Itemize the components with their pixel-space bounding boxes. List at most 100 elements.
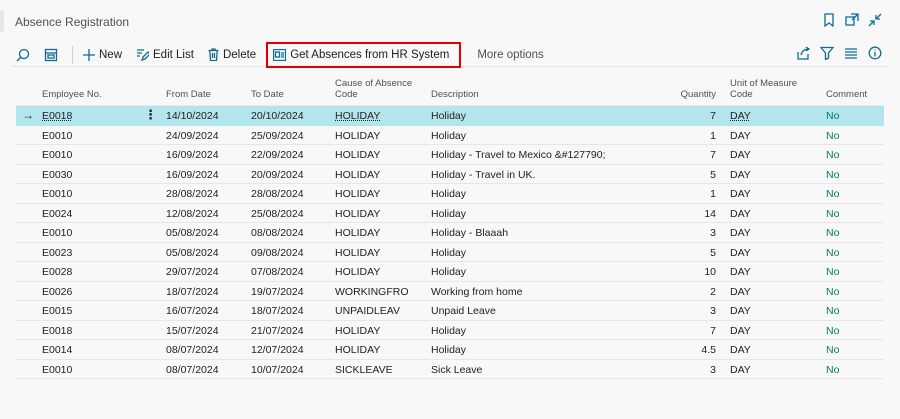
new-button-label: New	[99, 48, 123, 61]
get-absences-from-hr-button[interactable]: Get Absences from HR System	[266, 41, 462, 68]
cell-comment[interactable]: No	[826, 149, 839, 161]
cell-employee-no[interactable]: E0024	[42, 208, 72, 220]
cell-employee-no[interactable]: E0028	[42, 266, 72, 278]
action-bar: New Edit List Delete Get Absences from H…	[12, 41, 888, 68]
cell-from-date: 16/07/2024	[166, 305, 219, 317]
cell-comment[interactable]: No	[826, 169, 839, 181]
table-row[interactable]: E0010 05/08/2024 08/08/2024 HOLIDAY Holiday …	[16, 223, 884, 243]
cell-quantity: 1	[710, 129, 716, 142]
cell-comment[interactable]: No	[826, 364, 839, 376]
cell-comment[interactable]: No	[826, 130, 839, 142]
cell-description: Unpaid Leave	[431, 305, 496, 317]
col-header-cause-line2: Code	[335, 89, 358, 100]
cell-cause-of-absence: HOLIDAY	[335, 110, 381, 122]
table-row[interactable]: E0010 24/09/2024 25/09/2024 HOLIDAY Holiday 1…	[16, 126, 884, 145]
col-header-employee-no[interactable]: Employee No.	[42, 89, 102, 100]
cell-quantity: 5	[710, 168, 716, 181]
list-view-icon[interactable]	[844, 45, 858, 61]
cell-employee-no[interactable]: E0030	[42, 169, 72, 181]
cell-employee-no[interactable]: E0010	[42, 130, 72, 142]
delete-button[interactable]: Delete	[208, 44, 256, 66]
edit-list-button-label: Edit List	[153, 48, 194, 61]
collapse-icon[interactable]	[868, 12, 882, 28]
cell-from-date: 05/08/2024	[166, 227, 219, 239]
table-row[interactable]: E0014 08/07/2024 12/07/2024 HOLIDAY Holiday 4…	[16, 340, 884, 360]
cell-employee-no[interactable]: E0010	[42, 188, 72, 200]
cell-from-date: 18/07/2024	[166, 285, 219, 298]
cell-unit-of-measure: DAY	[730, 285, 751, 298]
new-button[interactable]: New	[83, 44, 122, 66]
cell-employee-no[interactable]: E0026	[42, 286, 72, 298]
cell-from-date: 15/07/2024	[166, 324, 219, 337]
col-header-comment[interactable]: Comment	[826, 89, 867, 100]
cell-unit-of-measure: DAY	[730, 188, 751, 200]
open-in-new-window-icon[interactable]	[845, 12, 859, 28]
cell-from-date: 08/07/2024	[166, 344, 219, 356]
cell-comment[interactable]: No	[826, 266, 839, 278]
row-indicator-arrow-icon: →	[22, 108, 34, 122]
table-row[interactable]: E0023 05/08/2024 09/08/2024 HOLIDAY Holiday 5…	[16, 243, 884, 262]
cell-comment[interactable]: No	[826, 208, 839, 220]
cell-quantity: 3	[710, 363, 716, 376]
cell-employee-no[interactable]: E0023	[42, 247, 72, 259]
col-header-cause-line1: Cause of Absence	[335, 78, 413, 89]
cell-description: Holiday	[431, 344, 467, 356]
cell-comment[interactable]: No	[826, 110, 839, 122]
col-header-quantity[interactable]: Quantity	[681, 89, 716, 100]
search-icon[interactable]	[12, 44, 34, 66]
row-actions-menu-icon[interactable]: ⋮	[144, 107, 157, 123]
cell-to-date: 09/08/2024	[251, 246, 304, 259]
table-row[interactable]: E0010 16/09/2024 22/09/2024 HOLIDAY Holiday …	[16, 145, 884, 165]
cell-comment[interactable]: No	[826, 247, 839, 259]
cell-unit-of-measure: DAY	[730, 207, 751, 220]
info-icon[interactable]	[868, 45, 882, 61]
title-bar: Absence Registration	[0, 0, 900, 40]
bookmark-icon[interactable]	[822, 12, 836, 28]
cell-employee-no[interactable]: E0010	[42, 227, 72, 239]
cell-cause-of-absence: HOLIDAY	[335, 344, 381, 356]
cell-from-date: 08/07/2024	[166, 363, 219, 376]
cell-comment[interactable]: No	[826, 227, 839, 239]
col-header-from-date[interactable]: From Date	[166, 89, 211, 100]
table-row[interactable]: E0026 18/07/2024 19/07/2024 WORKINGFRO Worki…	[16, 282, 884, 301]
col-header-unit-of-measure[interactable]: Unit of Measure Code	[730, 78, 797, 100]
cell-employee-no[interactable]: E0014	[42, 344, 72, 356]
cell-comment[interactable]: No	[826, 325, 839, 337]
cell-description: Holiday - Blaaah	[431, 227, 509, 239]
table-row[interactable]: E0018 15/07/2024 21/07/2024 HOLIDAY Holiday 7…	[16, 321, 884, 340]
cell-from-date: 05/08/2024	[166, 246, 219, 259]
table-row[interactable]: E0028 29/07/2024 07/08/2024 HOLIDAY Holiday 1…	[16, 262, 884, 282]
cell-cause-of-absence: SICKLEAVE	[335, 363, 393, 376]
more-options-button[interactable]: More options	[477, 44, 543, 66]
table-row[interactable]: E0024 12/08/2024 25/08/2024 HOLIDAY Holiday 1…	[16, 204, 884, 223]
col-header-description[interactable]: Description	[431, 89, 479, 100]
col-header-to-date[interactable]: To Date	[251, 89, 284, 100]
cell-employee-no[interactable]: E0015	[42, 305, 72, 317]
edit-list-button[interactable]: Edit List	[136, 44, 194, 66]
cell-from-date: 24/09/2024	[166, 129, 219, 142]
view-layout-icon[interactable]	[40, 44, 62, 66]
table-row[interactable]: E0030 16/09/2024 20/09/2024 HOLIDAY Holiday …	[16, 165, 884, 184]
cell-employee-no[interactable]: E0018	[42, 110, 72, 122]
cell-comment[interactable]: No	[826, 305, 839, 317]
cell-quantity: 7	[710, 110, 716, 122]
title-icons	[822, 12, 882, 28]
cell-employee-no[interactable]: E0010	[42, 149, 72, 161]
table-row[interactable]: E0010 08/07/2024 10/07/2024 SICKLEAVE Sick L…	[16, 360, 884, 379]
col-header-cause-of-absence[interactable]: Cause of Absence Code	[335, 78, 412, 100]
cell-employee-no[interactable]: E0010	[42, 364, 72, 376]
cell-unit-of-measure: DAY	[730, 246, 751, 259]
cell-comment[interactable]: No	[826, 188, 839, 200]
table-row[interactable]: E0010 28/08/2024 28/08/2024 HOLIDAY Holiday 1…	[16, 184, 884, 204]
share-icon[interactable]	[796, 45, 810, 61]
filter-icon[interactable]	[820, 45, 834, 61]
cell-cause-of-absence: HOLIDAY	[335, 129, 381, 142]
table-row[interactable]: → ⋮ E0018 14/10/2024 20/10/2024 HOLIDAY Holida…	[16, 106, 884, 126]
table-row[interactable]: E0015 16/07/2024 18/07/2024 UNPAIDLEAV Unpai…	[16, 301, 884, 321]
col-header-uom-line1: Unit of Measure	[730, 78, 798, 89]
cell-employee-no[interactable]: E0018	[42, 325, 72, 337]
cell-comment[interactable]: No	[826, 344, 839, 356]
cell-to-date: 25/09/2024	[251, 129, 304, 142]
cell-comment[interactable]: No	[826, 286, 839, 298]
cell-quantity: 10	[704, 266, 716, 278]
